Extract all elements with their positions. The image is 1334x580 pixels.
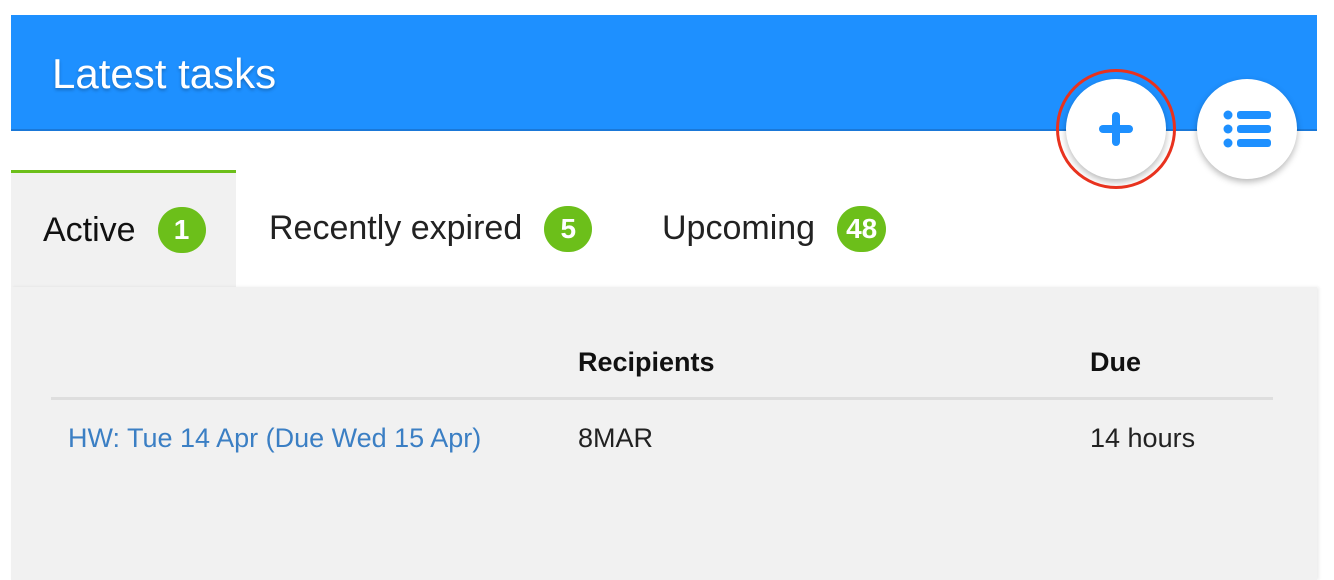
task-due: 14 hours (1090, 423, 1196, 453)
tab-label: Upcoming (662, 209, 816, 247)
tab-label: Active (43, 210, 136, 249)
task-link[interactable]: HW: Tue 14 Apr (Due Wed 15 Apr) (68, 423, 481, 454)
list-icon (1223, 110, 1271, 148)
task-recipients: 8MAR (578, 423, 654, 453)
count-badge: 48 (837, 205, 887, 252)
count-badge: 5 (544, 205, 593, 252)
tab-label: Recently expired (269, 209, 523, 247)
tab-active[interactable]: Active 1 (11, 170, 236, 287)
column-header-recipients: Recipients (578, 347, 715, 377)
tasks-table: Recipients Due HW: Tue 14 Apr (Due Wed 1… (11, 287, 1317, 580)
count-badge: 1 (157, 207, 206, 253)
task-tabs: Active 1 Recently expired 5 Upcoming 48 (11, 170, 1317, 287)
header-divider (51, 397, 1273, 400)
latest-tasks-panel: Latest tasks Active 1 Recently expired 5… (11, 15, 1317, 580)
plus-icon (1099, 112, 1133, 146)
add-task-button[interactable] (1066, 79, 1166, 179)
panel-title: Latest tasks (52, 50, 277, 97)
column-header-due: Due (1090, 347, 1142, 377)
tab-upcoming[interactable]: Upcoming 48 (662, 170, 887, 287)
tab-recently-expired[interactable]: Recently expired 5 (269, 170, 593, 287)
task-list-button[interactable] (1197, 79, 1297, 179)
